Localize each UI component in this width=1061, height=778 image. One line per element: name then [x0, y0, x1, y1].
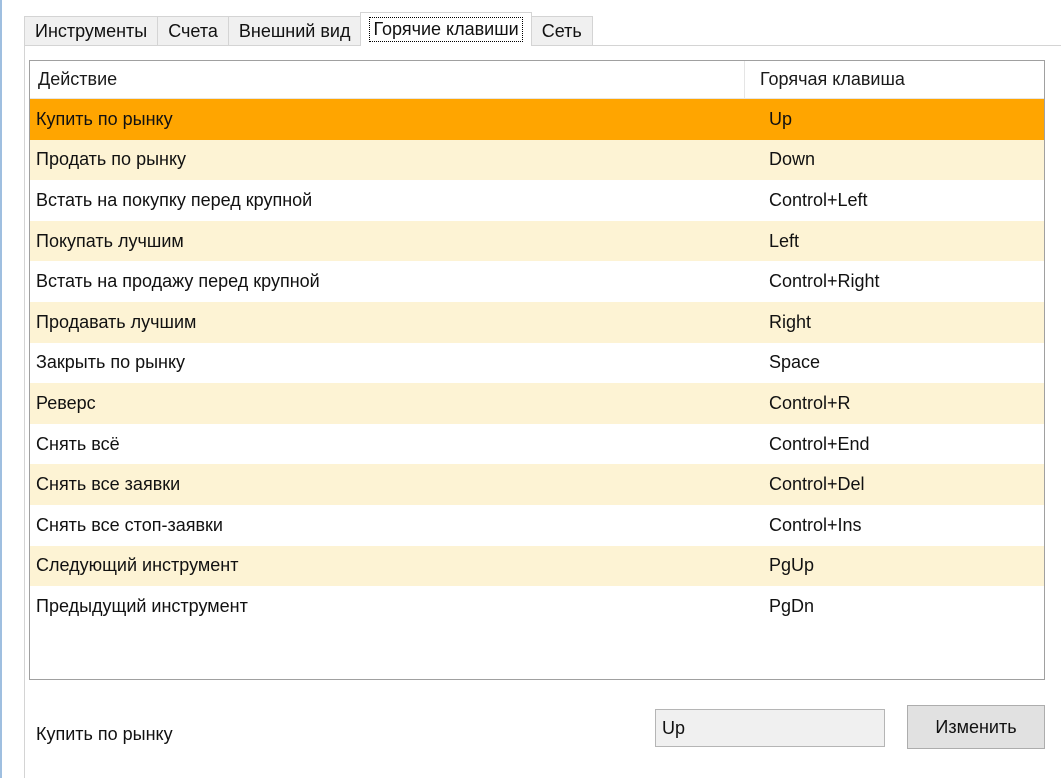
table-row[interactable]: Купить по рынку Up: [30, 99, 1044, 140]
action-cell: Продавать лучшим: [36, 311, 197, 332]
hotkeys-list[interactable]: Действие Горячая клавиша Купить по рынку…: [29, 60, 1045, 680]
hotkey-field[interactable]: [655, 709, 885, 747]
hotkey-cell: Space: [769, 352, 821, 373]
table-row[interactable]: Встать на покупку перед крупной Control+L…: [30, 180, 1044, 221]
table-row[interactable]: Следующий инструмент PgUp: [30, 545, 1044, 587]
action-cell: Встать на продажу перед крупной: [36, 271, 320, 292]
hotkey-cell: PgUp: [769, 555, 815, 576]
column-header-action[interactable]: Действие: [30, 61, 745, 98]
action-cell: Снять все стоп-заявки: [36, 514, 223, 535]
hotkey-cell: Control+Ins: [769, 514, 862, 535]
hotkey-cell: Right: [769, 311, 812, 332]
column-header-hotkey[interactable]: Горячая клавиша: [745, 61, 1044, 98]
action-cell: Купить по рынку: [36, 108, 173, 129]
action-cell: Снять всё: [36, 433, 120, 454]
table-row[interactable]: Реверс Control+R: [30, 383, 1044, 424]
tab-instruments[interactable]: Инструменты: [24, 16, 159, 46]
tab-hotkeys[interactable]: Горячие клавиши: [360, 12, 532, 46]
list-rows: Купить по рынку Up Продать по рынку Down Вст…: [30, 99, 1044, 627]
table-row[interactable]: Предыдущий инструмент PgDn: [30, 586, 1044, 627]
tab-label: Горячие клавиши: [369, 17, 523, 42]
tab-label: Сеть: [541, 21, 582, 41]
table-row[interactable]: Снять все стоп-заявки Control+Ins: [30, 505, 1044, 546]
action-cell: Встать на покупку перед крупной: [36, 189, 313, 210]
tab-bar: Инструменты Счета Внешний вид Горячие кл…: [24, 12, 593, 46]
tab-label: Внешний вид: [238, 21, 351, 41]
table-row[interactable]: Снять всё Control+End: [30, 424, 1044, 465]
hotkey-cell: Control+Del: [769, 474, 865, 495]
action-cell: Снять все заявки: [36, 474, 181, 495]
hotkey-cell: Down: [769, 149, 816, 170]
action-cell: Реверс: [36, 392, 96, 413]
table-row[interactable]: Закрыть по рынку Space: [30, 343, 1044, 384]
table-row[interactable]: Встать на продажу перед крупной Control+R…: [30, 261, 1044, 302]
action-cell: Закрыть по рынку: [36, 352, 186, 373]
hotkey-cell: Control+End: [769, 433, 870, 454]
hotkey-cell: Control+Left: [769, 189, 868, 210]
action-cell: Следующий инструмент: [36, 555, 239, 576]
tab-label: Счета: [168, 21, 218, 41]
action-cell: Продать по рынку: [36, 149, 187, 170]
tab-label: Инструменты: [35, 21, 148, 41]
table-row[interactable]: Покупать лучшим Left: [30, 220, 1044, 262]
tab-appearance[interactable]: Внешний вид: [227, 16, 362, 46]
window-border: [0, 0, 2, 778]
list-header: Действие Горячая клавиша: [30, 61, 1044, 99]
hotkey-cell: Control+Right: [769, 271, 880, 292]
selected-action-label: Купить по рынку: [36, 724, 173, 744]
action-cell: Покупать лучшим: [36, 230, 184, 251]
table-row[interactable]: Продавать лучшим Right: [30, 301, 1044, 343]
action-cell: Предыдущий инструмент: [36, 595, 248, 616]
tab-network[interactable]: Сеть: [530, 16, 593, 46]
tab-accounts[interactable]: Счета: [157, 16, 229, 46]
hotkey-cell: PgDn: [769, 595, 815, 616]
hotkey-cell: Left: [769, 230, 800, 251]
change-button[interactable]: Изменить: [907, 705, 1045, 749]
table-row[interactable]: Снять все заявки Control+Del: [30, 464, 1044, 505]
table-row[interactable]: Продать по рынку Down: [30, 139, 1044, 181]
hotkey-cell: Up: [769, 108, 793, 129]
hotkey-cell: Control+R: [769, 392, 851, 413]
